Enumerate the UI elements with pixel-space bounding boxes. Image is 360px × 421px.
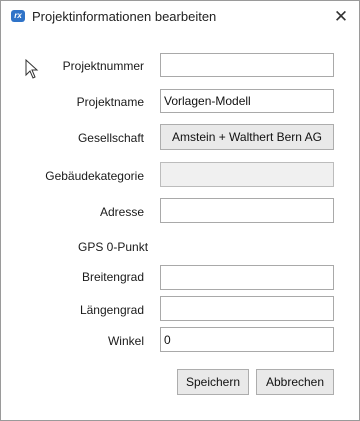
projektname-label: Projektname [76,95,144,109]
laengengrad-field[interactable] [160,296,334,321]
projektnummer-field[interactable] [160,53,334,77]
projektnummer-label: Projektnummer [62,59,144,73]
gebaeudekategorie-field [160,162,334,187]
app-icon: rx [11,10,25,22]
gesellschaft-label: Gesellschaft [77,131,144,145]
save-button[interactable]: Speichern [177,369,249,395]
gesellschaft-select-button[interactable]: Amstein + Walthert Bern AG [160,124,334,150]
winkel-label: Winkel [107,334,144,348]
mouse-cursor-icon [25,59,39,79]
gps-section-label: GPS 0-Punkt [78,240,149,254]
breitengrad-label: Breitengrad [81,270,144,284]
close-button[interactable]: ✕ [327,5,355,29]
dialog-window: rx Projektinformationen bearbeiten ✕ Pro… [0,0,360,421]
laengengrad-label: Längengrad [79,303,144,317]
projektname-field[interactable] [160,89,334,113]
adresse-field[interactable] [160,198,334,223]
adresse-label: Adresse [99,205,144,219]
breitengrad-field[interactable] [160,265,334,290]
title-bar: rx Projektinformationen bearbeiten ✕ [1,1,359,33]
dialog-title: Projektinformationen bearbeiten [32,9,217,24]
cancel-button[interactable]: Abbrechen [256,369,334,395]
winkel-field[interactable] [160,327,334,352]
gebaeudekategorie-label: Gebäudekategorie [45,169,144,183]
